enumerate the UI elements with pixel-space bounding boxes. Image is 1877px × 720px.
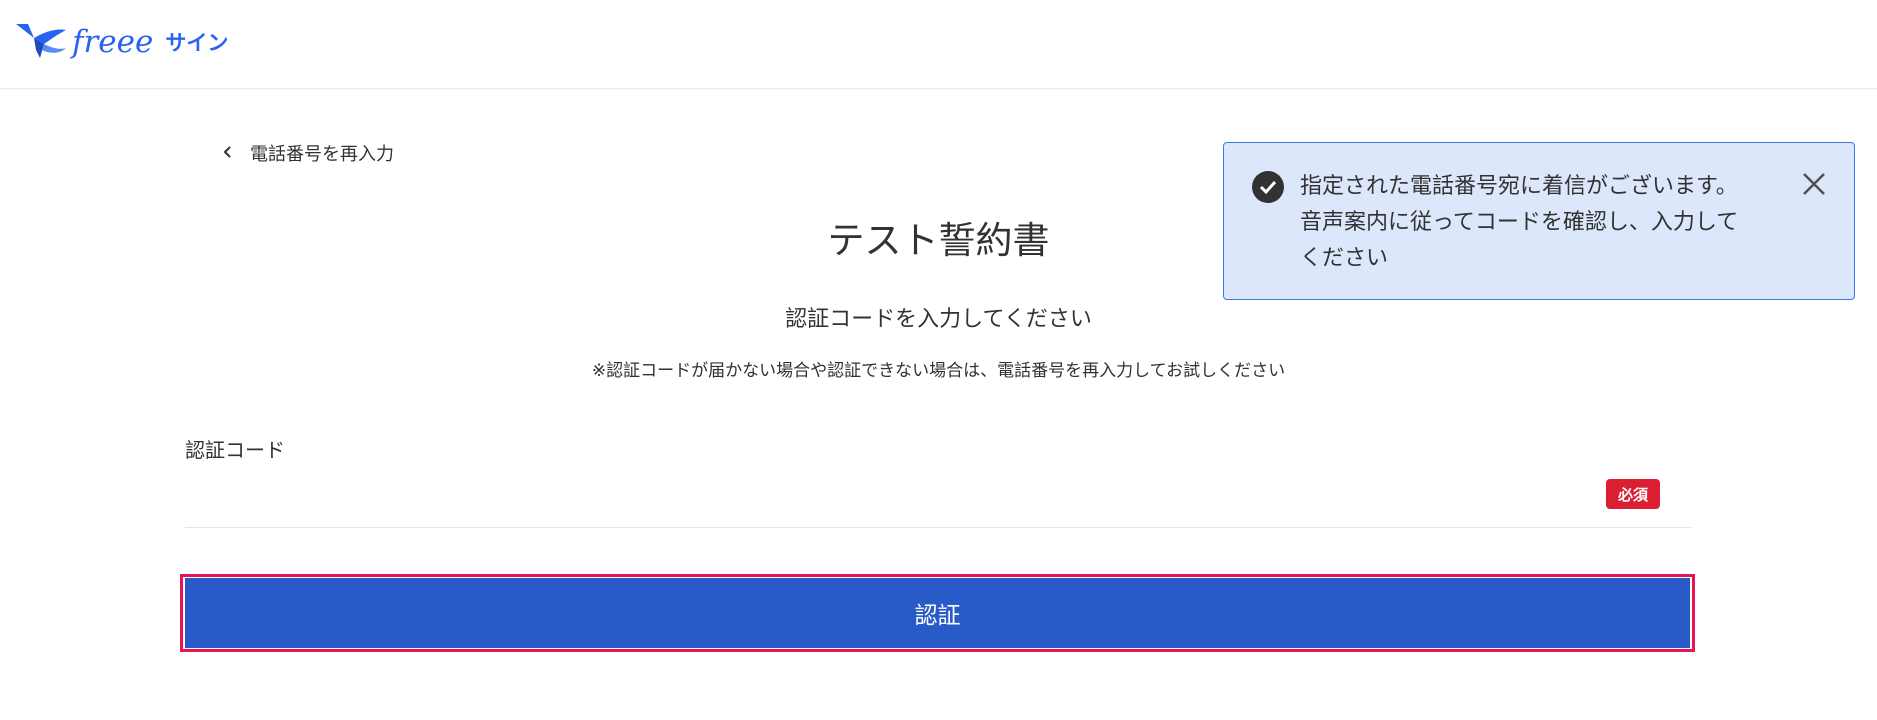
notification-toast: 指定された電話番号宛に着信がございます。 音声案内に従ってコードを確認し、入力し… [1223,142,1855,300]
back-link-label: 電話番号を再入力 [250,144,394,165]
check-circle-icon [1252,171,1284,203]
toast-message: 指定された電話番号宛に着信がございます。 音声案内に従ってコードを確認し、入力し… [1300,174,1739,271]
verification-code-input[interactable] [185,466,1692,528]
bird-logo-icon [14,18,68,66]
logo-product-name: サイン [165,31,229,55]
page-subtitle: 認証コードを入力してください [785,307,1092,332]
logo-wordmark: freee [72,24,154,60]
verify-button[interactable]: 認証 [185,578,1690,648]
back-to-phone-input-link[interactable]: 電話番号を再入力 [218,140,394,166]
close-icon[interactable] [1797,167,1831,201]
freee-sign-logo[interactable]: freee サイン [14,16,228,68]
verification-code-label: 認証コード [185,438,285,462]
required-badge: 必須 [1606,479,1660,509]
chevron-left-icon [218,143,238,164]
app-header: freee サイン [0,0,1877,89]
help-note: ※認証コードが届かない場合や認証できない場合は、電話番号を再入力してお試しくださ… [591,361,1286,381]
